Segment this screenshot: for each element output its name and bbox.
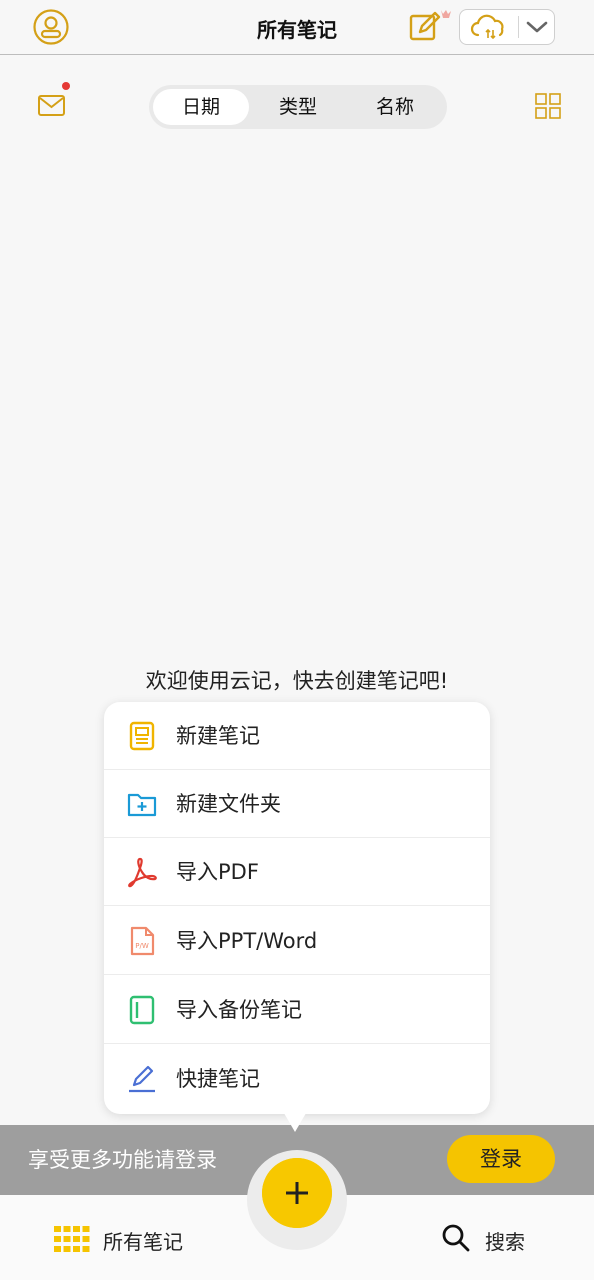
search-icon[interactable] [441,1223,471,1253]
menu-item-label: 导入PDF [176,860,259,884]
mail-icon[interactable] [32,86,72,126]
nav-search-label[interactable]: 搜索 [485,1226,525,1255]
menu-item-label: 快捷笔记 [176,1067,260,1091]
top-bar: 所有笔记 [0,0,594,55]
menu-item-label: 导入备份笔记 [176,998,302,1022]
divider [518,16,519,38]
notification-dot [62,82,70,90]
tab-type[interactable]: 类型 [250,89,346,125]
backup-icon [129,995,155,1025]
menu-item-new-folder[interactable]: 新建文件夹 [104,770,490,838]
menu-item-label: 新建文件夹 [176,792,281,816]
empty-state-message: 欢迎使用云记，快去创建笔记吧! [145,669,449,693]
tab-name[interactable]: 名称 [347,89,443,125]
menu-item-label: 新建笔记 [176,724,260,748]
chevron-down-icon[interactable] [522,13,552,41]
pen-icon [129,1065,155,1093]
sort-segmented-control: 日期 类型 名称 [149,85,447,129]
menu-item-label: 导入PPT/Word [176,929,318,953]
login-button[interactable]: 登录 [447,1135,555,1183]
folder-add-icon [127,793,157,817]
note-icon [129,721,155,751]
nav-all-notes-label[interactable]: 所有笔记 [103,1226,183,1255]
svg-text:P/W: P/W [135,942,149,950]
add-button[interactable] [262,1158,332,1228]
menu-pointer [281,1108,309,1132]
create-menu: 新建笔记 新建文件夹 导入PDF P/W 导入PPT/Word 导入备份笔记 快… [104,702,490,1114]
menu-item-import-pdf[interactable]: 导入PDF [104,838,490,906]
login-prompt: 享受更多功能请登录 [28,1148,217,1172]
tab-date[interactable]: 日期 [153,89,249,125]
all-notes-grid-icon[interactable] [54,1226,90,1252]
grid-view-icon[interactable] [528,86,568,126]
sync-controls [459,9,555,45]
menu-item-quick-note[interactable]: 快捷笔记 [104,1045,490,1113]
menu-item-import-ppt-word[interactable]: P/W 导入PPT/Word [104,907,490,975]
pdf-icon [128,857,157,888]
ppt-word-icon: P/W [130,926,155,956]
cloud-sync-icon[interactable] [468,13,518,41]
menu-item-new-note[interactable]: 新建笔记 [104,702,490,770]
new-note-premium-icon[interactable] [408,8,452,44]
menu-item-import-backup[interactable]: 导入备份笔记 [104,976,490,1044]
